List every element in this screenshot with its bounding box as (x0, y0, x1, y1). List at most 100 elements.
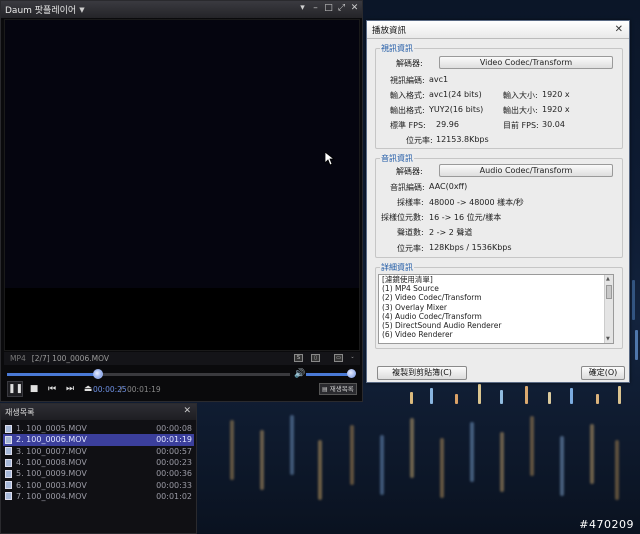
watermark: #470209 (579, 518, 634, 531)
close-icon[interactable]: ✕ (615, 24, 623, 35)
scroll-down-icon[interactable]: ▼ (606, 336, 610, 342)
close-icon[interactable]: ✕ (350, 3, 359, 14)
video-file-icon (5, 424, 12, 433)
ok-button[interactable]: 確定(O) (581, 366, 625, 380)
previous-button[interactable]: ⏮ (45, 382, 59, 396)
status-bar: MP4 [2/7] 100_0006.MOV S ▯ ▭ ⌄ (4, 352, 360, 365)
playlist-item[interactable]: 3. 100_0007.MOV 00:00:57 (3, 446, 194, 457)
input-size-label: 輸入大小: (503, 91, 538, 100)
playlist-item[interactable]: 2. 100_0006.MOV 00:01:19 (3, 434, 194, 446)
filter-list[interactable]: [濾鏡使用清單] (1) MP4 Source (2) Video Codec/Tr… (378, 274, 614, 344)
seek-handle[interactable] (92, 369, 103, 379)
input-size-value: 1920 x (542, 90, 570, 99)
playlist-item-label: 2. 100_0006.MOV (16, 435, 87, 445)
player-title-bar[interactable]: Daum 팟플레이어 ▼ ▾ – □ ⤢ ✕ (1, 1, 362, 18)
output-size-label: 輸出大小: (503, 106, 538, 115)
input-format-value: avc1(24 bits) (429, 90, 482, 99)
scroll-thumb[interactable] (606, 285, 612, 299)
output-format-label: 輸出格式: (390, 106, 425, 115)
playlist-item-duration: 00:00:08 (156, 424, 192, 434)
playlist-item-label: 7. 100_0004.MOV (16, 491, 87, 501)
playlist-item-duration: 00:01:19 (156, 435, 192, 445)
video-area[interactable] (4, 19, 360, 351)
screen-ratio-icon[interactable]: ▯ (311, 354, 320, 362)
chat-icon[interactable]: ▭ (334, 354, 343, 362)
time-total: 00:01:19 (127, 385, 161, 394)
video-file-icon (5, 447, 12, 456)
video-file-icon (5, 481, 12, 490)
playlist-toggle-button[interactable]: ▤ 재생목록 (319, 383, 357, 395)
bit-depth-value: 16 -> 16 位元/樣本 (429, 213, 502, 222)
target-fps-label: 標準 FPS: (390, 121, 426, 130)
filter-list-item: (5) DirectSound Audio Renderer (382, 321, 502, 331)
channels-label: 聲道數: (397, 228, 424, 237)
volume-slider[interactable] (306, 373, 353, 376)
video-file-icon (5, 469, 12, 478)
settings-icon[interactable]: ⌄ (348, 354, 357, 362)
playlist-item-label: 4. 100_0008.MOV (16, 458, 87, 468)
playlist-panel: 재생목록 ✕ 1. 100_0005.MOV 00:00:08 2. 100_000… (0, 403, 197, 534)
current-fps-value: 30.04 (542, 120, 565, 129)
playlist-item-label: 3. 100_0007.MOV (16, 446, 87, 456)
filter-list-scrollbar[interactable]: ▲ ▼ (604, 275, 613, 343)
playlist-item[interactable]: 4. 100_0008.MOV 00:00:23 (3, 457, 194, 468)
audio-codec-value: AAC(0xff) (429, 182, 468, 191)
audio-bitrate-value: 128Kbps / 1536Kbps (429, 243, 512, 252)
chevron-down-icon[interactable]: ▼ (79, 6, 84, 14)
time-separator: / (120, 385, 123, 394)
current-fps-label: 目前 FPS: (503, 121, 539, 130)
pause-button[interactable]: ❚❚ (7, 381, 23, 397)
next-button[interactable]: ⏭ (63, 382, 77, 396)
pin-icon[interactable]: ▾ (298, 3, 307, 14)
audio-codec-label: 音訊編碼: (390, 183, 425, 192)
playlist-icon: ▤ (322, 386, 328, 393)
dialog-title-bar[interactable]: 播放資訊 (367, 21, 629, 39)
playlist-item-label: 1. 100_0005.MOV (16, 424, 87, 434)
filter-list-item: [濾鏡使用清單] (382, 275, 433, 284)
audio-decoder-button[interactable]: Audio Codec/Transform (439, 164, 613, 177)
maximize-icon[interactable]: □ (324, 3, 333, 14)
playlist-item[interactable]: 5. 100_0009.MOV 00:00:36 (3, 468, 194, 479)
details-group-label: 詳細資訊 (380, 262, 414, 273)
fullscreen-icon[interactable]: ⤢ (337, 3, 346, 14)
scroll-up-icon[interactable]: ▲ (606, 276, 610, 282)
audio-info-group: 音訊資訊 解碼器: Audio Codec/Transform 音訊編碼: AA… (375, 153, 623, 258)
filter-list-item: (6) Video Renderer (382, 330, 453, 340)
player-window: Daum 팟플레이어 ▼ ▾ – □ ⤢ ✕ MP4 [2/7] 100_000… (0, 0, 363, 402)
playlist-item-duration: 00:00:33 (156, 480, 192, 490)
volume-icon[interactable]: 🔊 (294, 369, 305, 379)
playlist-item[interactable]: 1. 100_0005.MOV 00:00:08 (3, 423, 194, 434)
close-icon[interactable]: ✕ (183, 406, 191, 416)
video-file-icon (5, 492, 12, 501)
playlist-header: 재생목록 (1, 404, 196, 420)
playlist-item-duration: 00:00:36 (156, 469, 192, 479)
stop-button[interactable]: ■ (27, 382, 41, 396)
bit-depth-label: 採樣位元數: (381, 213, 424, 222)
video-decoder-label: 解碼器: (396, 59, 423, 68)
playlist-item-duration: 00:00:23 (156, 458, 192, 468)
video-info-group: 視訊資訊 解碼器: Video Codec/Transform 視訊編碼: av… (375, 43, 623, 149)
mouse-cursor-icon (325, 152, 335, 166)
video-codec-value: avc1 (429, 75, 449, 84)
minimize-icon[interactable]: – (311, 3, 320, 14)
playlist-item[interactable]: 7. 100_0004.MOV 00:01:02 (3, 491, 194, 502)
seek-bar[interactable] (7, 369, 290, 379)
video-bitrate-label: 位元率: (406, 136, 433, 145)
filter-list-items: [濾鏡使用清單] (1) MP4 Source (2) Video Codec/Tr… (379, 275, 613, 339)
output-size-value: 1920 x (542, 105, 570, 114)
playlist-item-duration: 00:01:02 (156, 491, 192, 501)
playlist-item[interactable]: 6. 100_0003.MOV 00:00:33 (3, 479, 194, 490)
filter-list-item: (3) Overlay Mixer (382, 302, 448, 312)
playlist-toggle-label: 재생목록 (329, 385, 354, 393)
subtitle-icon[interactable]: S (294, 354, 303, 362)
playback-controls: ❚❚ ■ ⏮ ⏭ ⏏ (7, 381, 95, 397)
video-decoder-button[interactable]: Video Codec/Transform (439, 56, 613, 69)
video-group-label: 視訊資訊 (380, 43, 414, 54)
copy-to-clipboard-button[interactable]: 複製到剪貼簿(C) (377, 366, 467, 380)
sample-rate-label: 採樣率: (397, 198, 424, 207)
playlist-item-duration: 00:00:57 (156, 446, 192, 456)
playlist-item-label: 5. 100_0009.MOV (16, 469, 87, 479)
playlist-list: 1. 100_0005.MOV 00:00:08 2. 100_0006.MOV 00… (3, 423, 194, 502)
video-frame (5, 20, 359, 288)
volume-handle[interactable] (347, 369, 356, 378)
